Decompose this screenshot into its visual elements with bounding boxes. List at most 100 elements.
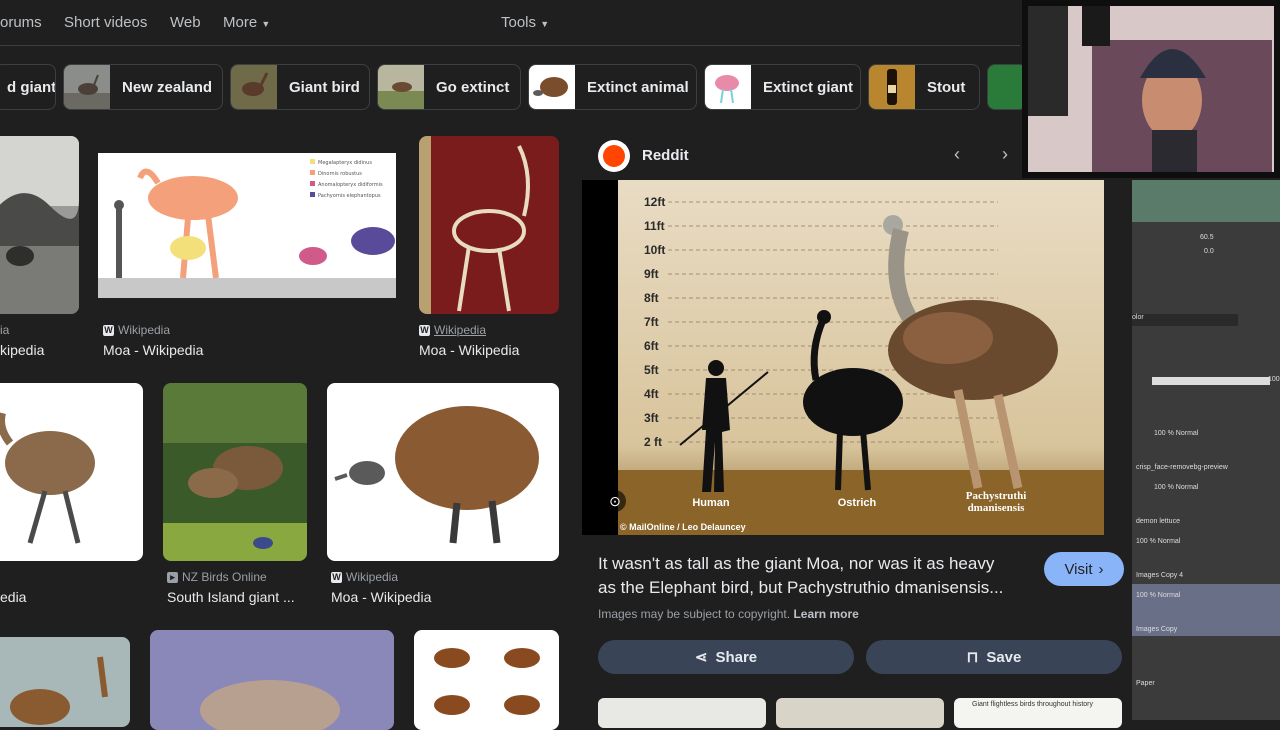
- chip-extinct-giant[interactable]: Extinct giant: [704, 64, 861, 110]
- chip-thumbnail: [529, 65, 575, 109]
- save-label: Save: [986, 648, 1022, 666]
- result-title[interactable]: kipedia: [0, 342, 44, 358]
- layer-name: crisp_face-removebg-preview: [1136, 464, 1228, 471]
- learn-more-link[interactable]: Learn more: [793, 607, 858, 621]
- result-image-moa-illustration[interactable]: [327, 383, 559, 561]
- editor-side-panel: 60.5 0.0 olor 100 100 % Normal crisp_fac…: [1132, 180, 1280, 720]
- height-scale-label: 9ft: [644, 267, 659, 281]
- layer-name: demon lettuce: [1136, 518, 1180, 525]
- caption-line: as the Elephant bird, but Pachystruthio …: [598, 578, 1004, 597]
- visit-button[interactable]: Visit ›: [1044, 552, 1124, 586]
- label-ostrich: Ostrich: [838, 497, 877, 509]
- chip-giant-bird[interactable]: Giant bird: [230, 64, 370, 110]
- chip-label: New zealand: [122, 78, 213, 96]
- source-label[interactable]: Wikipedia: [434, 323, 486, 337]
- height-scale-label: 8ft: [644, 291, 659, 305]
- layer-mode: 100 % Normal: [1136, 592, 1181, 599]
- preview-caption[interactable]: It wasn't as tall as the giant Moa, nor …: [598, 552, 1003, 600]
- label-pachystruthio: Pachystruthi: [966, 490, 1027, 502]
- source-label: Wikipedia: [346, 570, 399, 584]
- chevron-down-icon: ▼: [540, 19, 550, 29]
- height-scale-label: 12ft: [644, 195, 665, 209]
- previous-arrow-icon[interactable]: ‹: [954, 144, 960, 165]
- layer-name: Images Copy 4: [1136, 572, 1184, 579]
- chip-new-zealand[interactable]: New zealand: [63, 64, 223, 110]
- wikipedia-icon: W: [103, 324, 114, 336]
- navigator-preview: [1132, 180, 1280, 222]
- legend-item: Pachyornis elephantopus: [318, 193, 381, 199]
- wikipedia-icon: W: [419, 324, 430, 336]
- opacity-slider[interactable]: [1152, 377, 1270, 385]
- source-label: ia: [0, 323, 10, 337]
- layer-mode: 100 % Normal: [1136, 538, 1181, 545]
- related-thumbnail[interactable]: [776, 698, 944, 728]
- related-caption: Giant flightless birds throughout histor…: [972, 701, 1094, 708]
- save-button[interactable]: ⊓ Save: [866, 640, 1122, 674]
- next-arrow-icon[interactable]: ›: [1002, 144, 1008, 165]
- nav-more[interactable]: More ▼: [223, 14, 270, 31]
- result-image-moa-size-chart[interactable]: Megalapteryx didinus Dinornis robustus A…: [98, 153, 396, 298]
- label-dmanisensis: dmanisensis: [968, 502, 1026, 514]
- result-title[interactable]: Moa - Wikipedia: [103, 342, 203, 358]
- result-image-moa-skeleton[interactable]: [419, 136, 559, 314]
- legend-item: Dinornis robustus: [318, 171, 362, 177]
- chip-extinct-animal[interactable]: Extinct animal: [528, 64, 697, 110]
- result-source: W Wikipedia: [103, 323, 170, 337]
- zoom-value: 60.5: [1200, 234, 1214, 241]
- result-title[interactable]: Moa - Wikipedia: [419, 342, 519, 358]
- height-scale-label: 3ft: [644, 411, 659, 425]
- result-title[interactable]: edia: [0, 589, 26, 605]
- result-title[interactable]: Moa - Wikipedia: [331, 589, 431, 605]
- chip-thumbnail: [705, 65, 751, 109]
- chip-thumbnail: [869, 65, 915, 109]
- chip-giant[interactable]: d giant: [0, 64, 56, 110]
- legend-item: Megalapteryx didinus: [318, 160, 372, 166]
- layer-name: Images Copy: [1136, 626, 1178, 633]
- preview-image-frame[interactable]: 12ft 11ft 10ft 9ft 8ft 7ft 6ft 5ft 4ft 3ft 2 ft: [582, 180, 1104, 535]
- image-preview-panel: Reddit ‹ › 12ft 11ft 10ft 9ft 8ft 7ft 6ft 5ft 4f…: [582, 130, 1124, 728]
- nav-web[interactable]: Web: [170, 14, 201, 31]
- nav-short-videos[interactable]: Short videos: [64, 14, 147, 31]
- layer-name: Paper: [1136, 680, 1155, 687]
- share-label: Share: [715, 648, 758, 666]
- reddit-icon: [598, 140, 630, 172]
- result-source: ia: [0, 323, 9, 337]
- rotation-value: 0.0: [1204, 248, 1214, 255]
- search-nav-bar: orums Short videos Web More ▼ Tools ▼: [0, 0, 1020, 46]
- preview-site-name[interactable]: Reddit: [642, 147, 689, 164]
- source-label: Wikipedia: [118, 323, 171, 337]
- result-image-kiwi-moa[interactable]: [0, 383, 143, 561]
- legend-item: Anomalopteryx didiformis: [318, 182, 383, 188]
- height-scale-label: 6ft: [644, 339, 659, 353]
- nz-birds-icon: ▸: [167, 571, 178, 583]
- result-image-moa-photo[interactable]: [0, 136, 79, 314]
- image-credit: © MailOnline / Leo Delauncey: [620, 522, 746, 532]
- chip-stout[interactable]: Stout: [868, 64, 980, 110]
- layer-row-selected[interactable]: 100 % Normal Images Copy: [1132, 584, 1280, 636]
- chip-label: d giant: [7, 78, 56, 96]
- result-source: W Wikipedia: [331, 570, 398, 584]
- result-image-south-island-giant-moa[interactable]: [163, 383, 307, 561]
- caption-line: It wasn't as tall as the giant Moa, nor …: [598, 554, 995, 573]
- chip-go-extinct[interactable]: Go extinct: [377, 64, 521, 110]
- result-image-moa-purple[interactable]: [150, 630, 394, 730]
- related-thumbnail[interactable]: [598, 698, 766, 728]
- result-image-moa-painting[interactable]: [0, 637, 130, 727]
- result-image-moa-grid[interactable]: [414, 630, 559, 730]
- tools-label: Tools: [501, 14, 537, 31]
- related-thumbnail[interactable]: Giant flightless birds throughout histor…: [954, 698, 1122, 728]
- visit-label: Visit: [1064, 560, 1093, 578]
- chevron-right-icon: ›: [1098, 560, 1104, 578]
- blend-mode-select[interactable]: olor: [1132, 314, 1238, 326]
- chevron-down-icon: ▼: [261, 19, 271, 29]
- lens-icon[interactable]: ⊙: [604, 490, 626, 512]
- result-source: W Wikipedia: [419, 323, 486, 337]
- chip-partial[interactable]: [987, 64, 1027, 110]
- bookmark-icon: ⊓: [966, 649, 979, 666]
- result-source: ▸ NZ Birds Online: [167, 570, 267, 584]
- share-button[interactable]: ⋖ Share: [598, 640, 854, 674]
- share-icon: ⋖: [694, 649, 708, 666]
- tools-button[interactable]: Tools ▼: [501, 14, 549, 31]
- result-title[interactable]: South Island giant ...: [167, 589, 295, 605]
- nav-forums[interactable]: orums: [0, 14, 42, 31]
